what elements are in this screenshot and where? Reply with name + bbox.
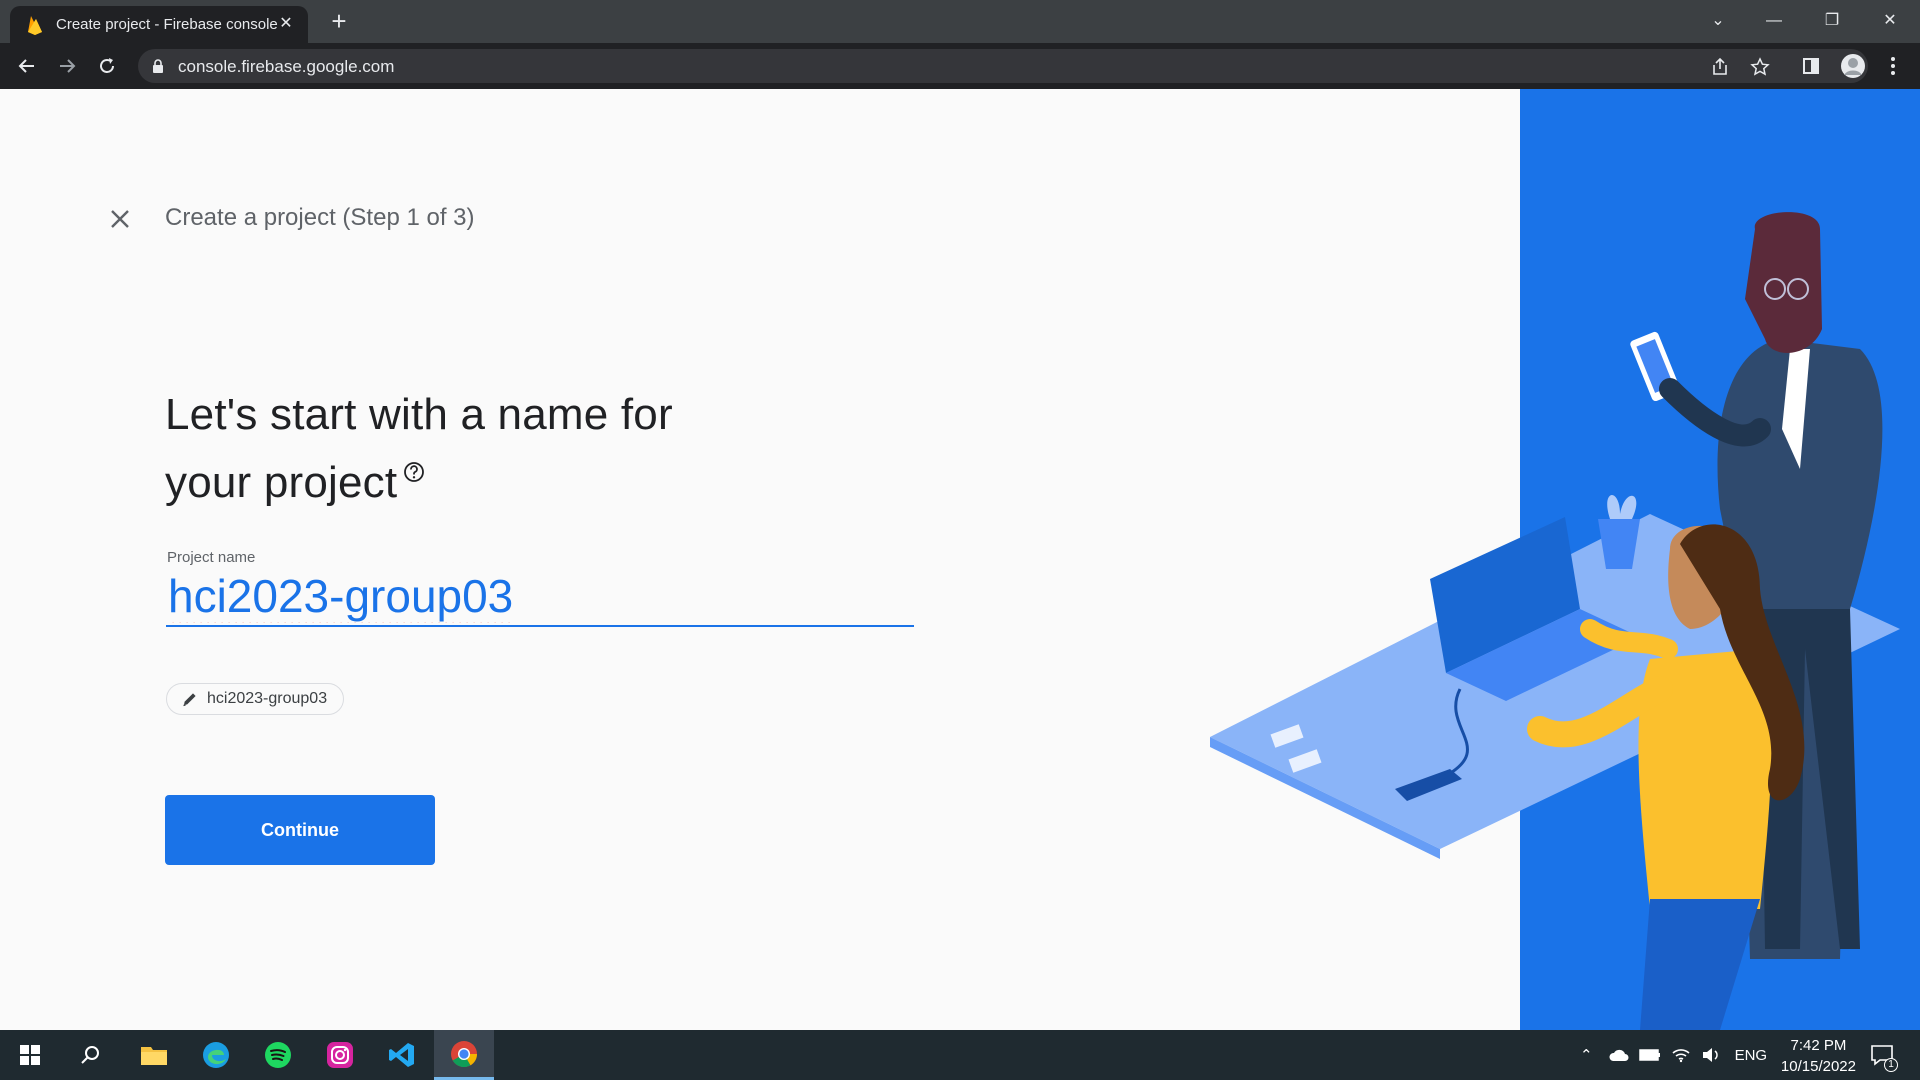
project-name-label: Project name xyxy=(167,549,256,566)
tab-strip: Create project - Firebase console ✕ + ⌄ … xyxy=(0,0,1920,43)
headline-line2: your project xyxy=(165,458,398,507)
side-panel-icon[interactable] xyxy=(1796,51,1826,81)
firebase-icon xyxy=(28,15,42,35)
spotify-icon xyxy=(265,1042,291,1068)
file-explorer-button[interactable] xyxy=(124,1030,184,1080)
show-hidden-icons-icon[interactable]: ⌃ xyxy=(1580,1046,1593,1064)
reload-icon xyxy=(100,58,114,73)
folder-icon xyxy=(141,1047,167,1065)
url-text: console.firebase.google.com xyxy=(178,57,395,76)
chrome-button[interactable] xyxy=(434,1030,494,1080)
minimize-button[interactable]: — xyxy=(1752,6,1796,36)
browser-toolbar: console.firebase.google.com xyxy=(0,43,1920,89)
help-icon[interactable] xyxy=(403,461,425,483)
step-title: Create a project (Step 1 of 3) xyxy=(165,204,475,231)
windows-icon xyxy=(20,1045,40,1065)
notification-center-button[interactable]: 1 xyxy=(1856,1030,1908,1080)
project-name-input[interactable] xyxy=(166,567,914,627)
tab-firebase[interactable]: Create project - Firebase console ✕ xyxy=(10,6,308,43)
chrome-icon xyxy=(451,1040,478,1067)
bookmark-star-icon[interactable] xyxy=(1748,55,1772,79)
reload-button[interactable] xyxy=(92,51,122,81)
address-bar[interactable]: console.firebase.google.com xyxy=(138,49,1868,83)
volume-icon[interactable] xyxy=(1701,1047,1721,1063)
project-id-chip[interactable]: hci2023-group03 xyxy=(166,683,345,715)
start-button[interactable] xyxy=(0,1030,60,1080)
tab-close-icon[interactable]: ✕ xyxy=(276,14,296,34)
search-button[interactable] xyxy=(60,1030,120,1080)
close-window-button[interactable]: ✕ xyxy=(1868,6,1912,36)
edge-icon xyxy=(203,1042,229,1068)
profile-avatar[interactable] xyxy=(1838,51,1868,81)
battery-icon[interactable] xyxy=(1638,1048,1661,1062)
spotify-button[interactable] xyxy=(248,1030,308,1080)
new-tab-button[interactable]: + xyxy=(325,8,353,36)
clock-date: 10/15/2022 xyxy=(1780,1058,1856,1075)
windows-taskbar: ⌃ ENG 7:42 PM 10/15/2022 1 xyxy=(0,1030,1920,1080)
instagram-icon xyxy=(327,1042,353,1068)
continue-button[interactable]: Continue xyxy=(165,795,435,865)
firebase-create-project-page: Create a project (Step 1 of 3) Let's sta… xyxy=(0,89,1920,1030)
notification-count-badge: 1 xyxy=(1884,1058,1898,1072)
project-id-text: hci2023-group03 xyxy=(207,690,328,707)
wifi-icon[interactable] xyxy=(1671,1047,1691,1063)
instagram-button[interactable] xyxy=(310,1030,370,1080)
system-tray: ⌃ ENG xyxy=(1580,1030,1767,1080)
back-button[interactable] xyxy=(12,51,42,81)
language-indicator[interactable]: ENG xyxy=(1735,1047,1768,1064)
forward-arrow-icon xyxy=(60,59,76,73)
page-headline: Let's start with a name for your project xyxy=(165,381,805,517)
share-icon[interactable] xyxy=(1708,55,1732,79)
restore-button[interactable]: ❐ xyxy=(1810,6,1854,36)
clock-time: 7:42 PM xyxy=(1790,1037,1847,1054)
search-icon xyxy=(81,1046,99,1064)
onedrive-icon[interactable] xyxy=(1609,1048,1629,1062)
back-arrow-icon xyxy=(18,59,34,73)
forward-button[interactable] xyxy=(52,51,82,81)
illustration xyxy=(1210,89,1920,1030)
tab-title: Create project - Firebase console xyxy=(56,16,278,33)
headline-line1: Let's start with a name for xyxy=(165,390,673,439)
vscode-icon xyxy=(389,1043,414,1067)
tab-search-icon[interactable]: ⌄ xyxy=(1696,6,1740,36)
more-menu-icon[interactable] xyxy=(1878,51,1908,81)
edge-button[interactable] xyxy=(186,1030,246,1080)
pencil-icon xyxy=(183,693,196,707)
clock[interactable]: 7:42 PM 10/15/2022 xyxy=(1781,1035,1856,1077)
vscode-button[interactable] xyxy=(372,1030,432,1080)
close-icon[interactable] xyxy=(106,205,134,233)
lock-icon xyxy=(153,59,163,73)
